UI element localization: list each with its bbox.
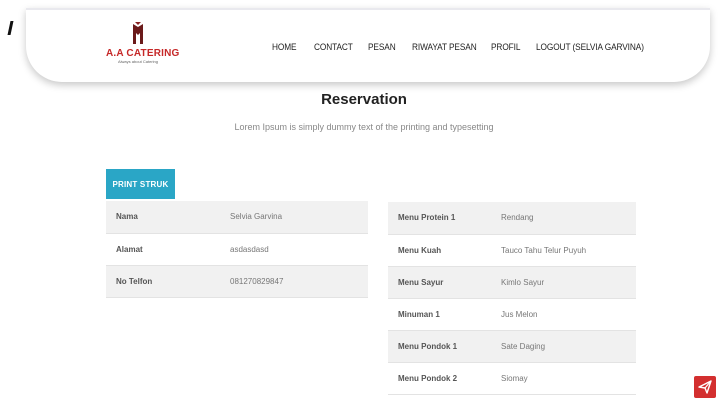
send-icon [698,380,712,394]
order-table: Menu Protein 1 Rendang Menu Kuah Tauco T… [388,202,636,395]
table-row: Menu Kuah Tauco Tahu Telur Puyuh [388,234,636,267]
nav-home[interactable]: HOME [272,42,297,52]
row-value: Sate Daging [491,330,636,363]
table-row: Alamat asdasdasd [106,233,368,266]
page-subtitle: Lorem Ipsum is simply dummy text of the … [234,122,494,132]
row-label: Alamat [106,233,220,266]
row-value: Tauco Tahu Telur Puyuh [491,234,636,267]
row-label: Menu Kuah [388,234,491,267]
table-row: Nama Selvia Garvina [106,201,368,234]
row-value: Jus Melon [491,298,636,331]
table-row: Menu Sayur Kimlo Sayur [388,266,636,299]
brand-logo[interactable]: A.A CATERING Always about Catering [106,22,180,70]
row-label: No Telfon [106,265,220,298]
chef-logo-icon [133,22,143,44]
row-label: Nama [106,201,220,234]
row-value: Kimlo Sayur [491,266,636,299]
row-label: Menu Pondok 1 [388,330,491,363]
brand-name: A.A CATERING [106,48,180,59]
row-label: Menu Pondok 2 [388,362,491,395]
row-value: asdasdasd [220,233,368,266]
nav-logout[interactable]: LOGOUT (SELVIA GARVINA) [536,42,644,52]
row-value: Rendang [491,202,636,235]
navbar: A.A CATERING Always about Catering HOME … [26,8,710,82]
chat-widget-button[interactable] [694,376,716,398]
table-row: Menu Pondok 2 Siomay [388,362,636,395]
mouse-cursor [7,21,14,35]
row-label: Minuman 1 [388,298,491,331]
table-row: Menu Protein 1 Rendang [388,202,636,235]
row-label: Menu Sayur [388,266,491,299]
table-row: Menu Pondok 1 Sate Daging [388,330,636,363]
row-value: Selvia Garvina [220,201,368,234]
nav-contact[interactable]: CONTACT [314,42,353,52]
table-row: Minuman 1 Jus Melon [388,298,636,331]
row-value: 081270829847 [220,265,368,298]
nav-pesan[interactable]: PESAN [368,42,396,52]
nav-riwayat-pesan[interactable]: RIWAYAT PESAN [412,42,477,52]
brand-tagline: Always about Catering [117,59,159,64]
customer-table: Nama Selvia Garvina Alamat asdasdasd No … [106,201,368,298]
nav-profil[interactable]: PROFIL [491,42,520,52]
row-value: Siomay [491,362,636,395]
page-title: Reservation [321,91,407,108]
table-row: No Telfon 081270829847 [106,265,368,298]
print-struk-button[interactable]: PRINT STRUK [106,169,175,199]
row-label: Menu Protein 1 [388,202,491,235]
